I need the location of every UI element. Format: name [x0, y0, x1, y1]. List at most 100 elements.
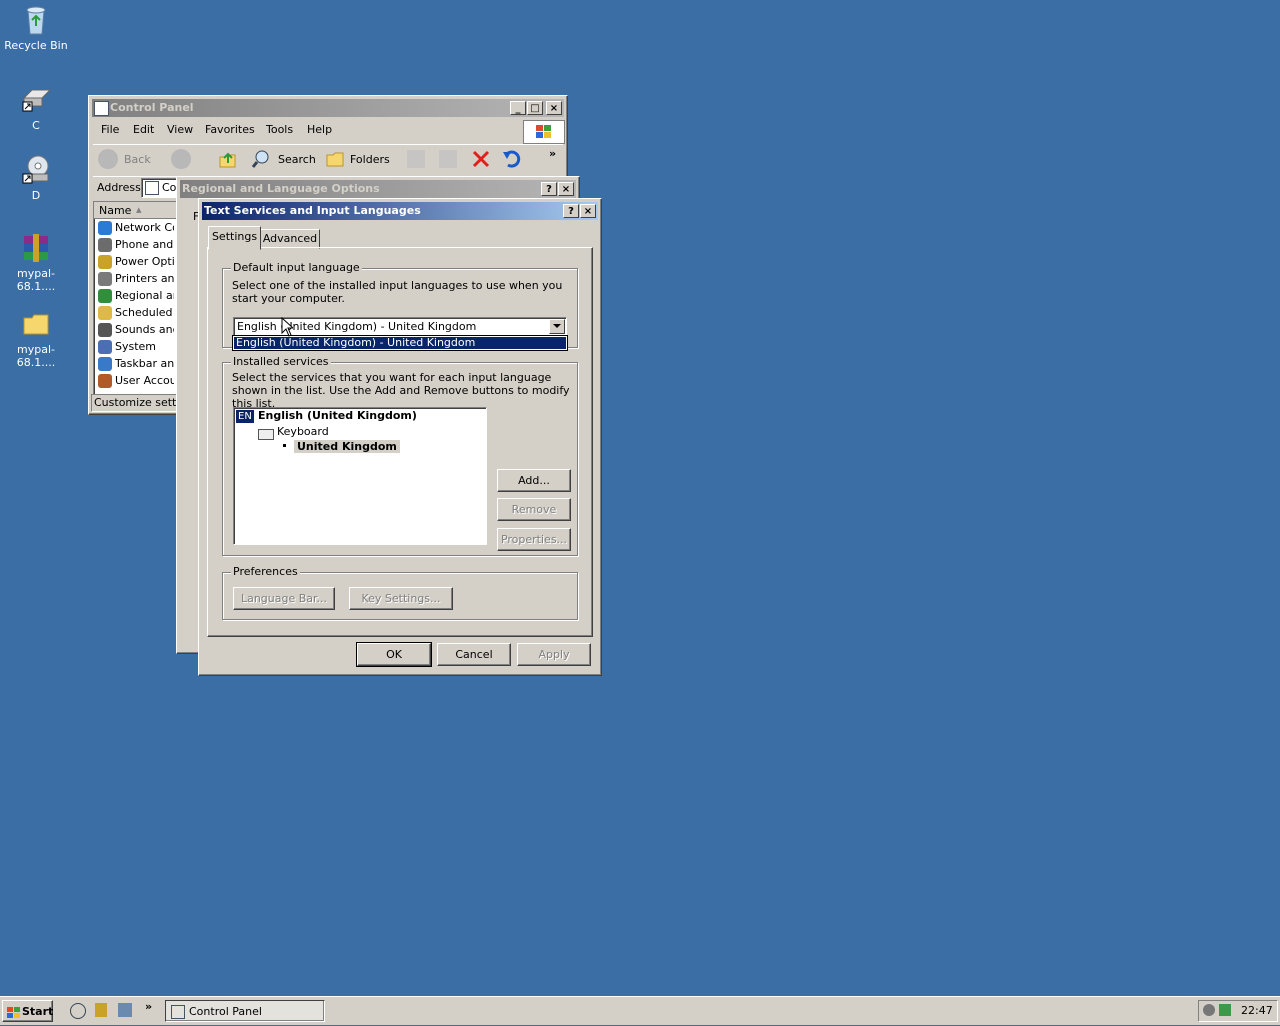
maximize-button[interactable]: □ [527, 101, 543, 115]
window-title: Text Services and Input Languages [204, 204, 421, 217]
move-to-icon[interactable] [407, 150, 425, 168]
close-button[interactable]: × [580, 204, 596, 218]
add-button[interactable]: Add... [497, 469, 571, 492]
list-item[interactable]: Scheduled Ta [94, 304, 174, 321]
list-item-label: Regional and [115, 289, 174, 302]
tab-settings[interactable]: Settings [208, 226, 261, 250]
dropdown-button[interactable] [549, 319, 565, 334]
desktop-icon-label: Recycle Bin [4, 39, 68, 52]
windows-flag-icon [7, 1005, 20, 1018]
list-item[interactable]: Network Cor [94, 219, 174, 236]
menu-help[interactable]: Help [307, 120, 332, 140]
list-item[interactable]: Printers and [94, 270, 174, 287]
toolbar-overflow-icon[interactable]: » [549, 147, 556, 160]
clock[interactable]: 22:47 [1241, 1004, 1273, 1017]
undo-icon[interactable] [501, 149, 523, 169]
language-bar-button[interactable]: Language Bar... [233, 587, 335, 610]
windows-logo-icon [523, 120, 565, 144]
regional-dialog-titlebar[interactable]: Regional and Language Options ? × [180, 180, 576, 198]
tree-category[interactable]: Keyboard [277, 425, 329, 438]
control-panel-applet-icon [98, 255, 112, 269]
tray-network-icon[interactable] [1219, 1004, 1231, 1016]
desktop-icon-mypal-folder[interactable]: mypal-68.1.... [0, 308, 74, 369]
desktop-icon-recycle-bin[interactable]: Recycle Bin [0, 4, 74, 52]
list-item-label: Scheduled Ta [115, 306, 174, 319]
help-button[interactable]: ? [541, 182, 557, 196]
remove-button[interactable]: Remove [497, 498, 571, 521]
delete-icon[interactable] [471, 149, 491, 169]
taskbar-button-control-panel[interactable]: Control Panel [165, 1000, 325, 1022]
quicklaunch-overflow-icon[interactable]: » [145, 1000, 152, 1013]
services-tree[interactable]: EN English (United Kingdom) Keyboard Uni… [233, 407, 487, 545]
key-settings-button[interactable]: Key Settings... [349, 587, 453, 610]
properties-button-label: Properties... [500, 533, 568, 546]
list-item[interactable]: Regional and [94, 287, 174, 304]
language-badge: EN [236, 410, 254, 423]
apply-button[interactable]: Apply [517, 643, 591, 666]
list-item[interactable]: Power Optio [94, 253, 174, 270]
address-icon [145, 181, 159, 195]
text-services-titlebar[interactable]: Text Services and Input Languages ? × [202, 202, 598, 220]
back-button-label[interactable]: Back [124, 153, 151, 166]
list-item[interactable]: Taskbar and [94, 355, 174, 372]
list-item[interactable]: Phone and M [94, 236, 174, 253]
menu-favorites[interactable]: Favorites [205, 120, 255, 140]
quicklaunch-ie-icon[interactable] [70, 1003, 86, 1019]
dropdown-option-label: English (United Kingdom) - United Kingdo… [236, 336, 476, 349]
start-label: Start [22, 1005, 54, 1018]
control-panel-titlebar[interactable]: Control Panel _ □ × [92, 99, 564, 117]
desktop-icon-label: mypal-68.1.... [16, 267, 56, 293]
quicklaunch-network-icon[interactable] [118, 1003, 132, 1017]
copy-to-icon[interactable] [439, 150, 457, 168]
list-item-label: Power Optio [115, 255, 174, 268]
desktop-icon-drive-c[interactable]: C [0, 84, 74, 132]
control-panel-applet-icon [98, 357, 112, 371]
list-item-label: User Accoun [115, 374, 174, 387]
close-button[interactable]: × [546, 101, 562, 115]
folders-button-label[interactable]: Folders [350, 153, 390, 166]
list-item[interactable]: User Accoun [94, 372, 174, 389]
list-item-label: Phone and M [115, 238, 174, 251]
minimize-button[interactable]: _ [510, 101, 526, 115]
forward-arrow-icon[interactable] [171, 149, 191, 169]
preferences-group: Preferences Language Bar... Key Settings… [222, 565, 578, 620]
column-header-label: Name [99, 204, 132, 217]
search-icon[interactable] [251, 149, 271, 169]
menu-view[interactable]: View [167, 120, 193, 140]
desktop-icon-label: mypal-68.1.... [16, 343, 56, 369]
cancel-button[interactable]: Cancel [437, 643, 511, 666]
menu-tools[interactable]: Tools [266, 120, 293, 140]
ok-button[interactable]: OK [356, 642, 432, 667]
add-button-label: Add... [518, 474, 550, 487]
tree-layout[interactable]: United Kingdom [294, 440, 400, 453]
search-button-label[interactable]: Search [278, 153, 316, 166]
desktop-icon-drive-d[interactable]: D [0, 154, 74, 202]
back-arrow-icon[interactable] [98, 149, 118, 169]
list-item[interactable]: System [94, 338, 174, 355]
properties-button[interactable]: Properties... [497, 528, 571, 551]
chevron-down-icon [553, 324, 561, 328]
tree-language[interactable]: English (United Kingdom) [258, 409, 417, 422]
tray-volume-icon[interactable] [1203, 1004, 1215, 1016]
menu-edit[interactable]: Edit [133, 120, 154, 140]
cd-drive-icon [20, 154, 52, 186]
control-panel-icon [171, 1005, 185, 1019]
up-folder-icon[interactable] [217, 149, 237, 169]
combo-value: English (United Kingdom) - United Kingdo… [237, 320, 477, 333]
desktop-icon-mypal-archive[interactable]: mypal-68.1.... [0, 232, 74, 293]
close-button[interactable]: × [558, 182, 574, 196]
default-description: Select one of the installed input langua… [232, 279, 563, 305]
help-button[interactable]: ? [563, 204, 579, 218]
ok-button-label: OK [386, 648, 402, 661]
start-button[interactable]: Start [2, 1000, 53, 1022]
group-label: Preferences [231, 565, 300, 578]
tab-advanced[interactable]: Advanced [260, 229, 320, 249]
list-item[interactable]: Sounds and A [94, 321, 174, 338]
folders-icon[interactable] [325, 149, 345, 169]
sort-ascending-icon: ▴ [136, 203, 142, 216]
control-panel-applet-icon [98, 289, 112, 303]
control-panel-applet-icon [98, 374, 112, 388]
quicklaunch-tool-icon[interactable] [95, 1003, 107, 1017]
menu-file[interactable]: File [101, 120, 119, 140]
taskbar: Start » Control Panel 22:47 [0, 996, 1280, 1025]
